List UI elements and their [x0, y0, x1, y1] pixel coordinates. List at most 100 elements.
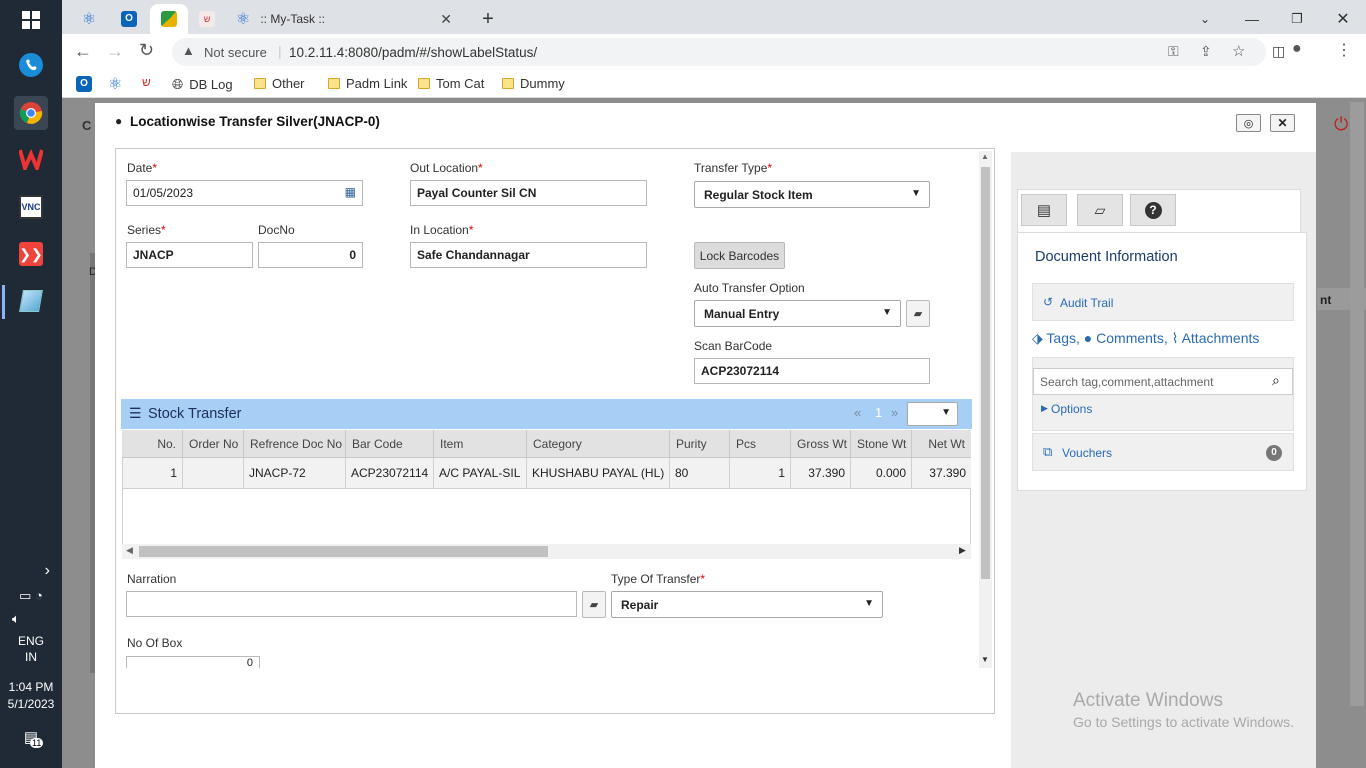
bookmark-padm-link[interactable]: Padm Link [328, 76, 407, 91]
form-vertical-scrollbar[interactable]: ▲ ▼ [979, 151, 992, 668]
react-bookmark-icon[interactable]: ⚛ [108, 74, 122, 94]
profile-avatar-icon[interactable]: ● [1292, 40, 1302, 58]
reload-icon[interactable]: ↻ [139, 40, 154, 61]
search-box[interactable]: Search tag,comment,attachment ⌕ [1033, 368, 1293, 395]
scroll-right-icon[interactable]: ▶ [959, 545, 966, 556]
windows-start-icon[interactable] [14, 3, 48, 37]
col-stone-wt[interactable]: Stone Wt [851, 430, 912, 458]
phone-app-icon[interactable] [14, 48, 48, 82]
tags-link[interactable]: Tags, [1046, 330, 1079, 346]
page-scrollbar[interactable] [1350, 102, 1364, 706]
network-battery-icon[interactable]: ▭ ◔ [0, 588, 62, 604]
page-size-select[interactable]: ▼ [907, 402, 958, 426]
pager-prev[interactable]: « [854, 405, 861, 420]
scroll-up-icon[interactable]: ▲ [981, 152, 989, 161]
pinned-tab-react[interactable]: ⚛ [72, 4, 106, 34]
col-ref-doc-no[interactable]: Refrence Doc No [244, 430, 346, 458]
address-bar[interactable]: ▲ Not secure | 10.2.11.4:8080/padm/#/sho… [172, 38, 1266, 66]
chrome-taskbar-icon[interactable] [14, 96, 48, 130]
comments-link[interactable]: Comments, [1096, 330, 1168, 346]
pinned-tab-active[interactable] [150, 4, 188, 34]
new-tab-button[interactable]: + [474, 4, 502, 34]
pager-next[interactable]: » [891, 405, 898, 420]
transfer-type-select[interactable]: Regular Stock Item ▼ [694, 181, 930, 208]
attachments-link[interactable]: Attachments [1182, 330, 1260, 346]
pinned-tab-outlook[interactable]: O [112, 4, 146, 34]
share-icon[interactable]: ⇪ [1200, 43, 1212, 60]
scroll-left-icon[interactable]: ◀ [126, 545, 133, 556]
options-link[interactable]: Options [1051, 402, 1092, 416]
docno-field[interactable]: 0 [258, 242, 363, 268]
bookmark-dummy[interactable]: Dummy [502, 76, 565, 91]
bookmark-other[interactable]: Other [254, 76, 305, 91]
narration-field[interactable] [126, 591, 577, 617]
search-icon[interactable]: ⌕ [1272, 372, 1280, 389]
vouchers-link[interactable]: Vouchers [1062, 446, 1112, 460]
tab-document-info[interactable]: ▤ [1021, 194, 1067, 226]
input-language[interactable]: ENG IN [0, 634, 62, 664]
side-panel-icon[interactable]: ◫ [1272, 43, 1285, 60]
col-item[interactable]: Item [434, 430, 527, 458]
auto-transfer-select[interactable]: Manual Entry ▼ [694, 300, 901, 327]
audit-trail-item[interactable]: ↺ Audit Trail [1032, 283, 1294, 321]
back-icon[interactable]: ← [74, 41, 92, 62]
col-category[interactable]: Category [527, 430, 670, 458]
tab-search-icon[interactable]: ⌄ [1190, 4, 1220, 34]
col-order-no[interactable]: Order No [183, 430, 244, 458]
scrollbar-thumb[interactable] [139, 546, 548, 557]
padm-bookmark-icon[interactable]: ש [142, 75, 151, 89]
search-input[interactable]: Search tag,comment,attachment [1040, 375, 1213, 389]
col-bar-code[interactable]: Bar Code [346, 430, 434, 458]
power-icon[interactable]: ⏻ [1334, 114, 1348, 135]
toggle-visibility-button[interactable]: ◎ [1236, 114, 1261, 132]
wps-office-icon[interactable] [14, 142, 48, 176]
forward-icon[interactable]: → [106, 41, 124, 62]
series-field[interactable]: JNACP [126, 242, 253, 268]
pinned-tab-app[interactable]: ש [190, 4, 224, 34]
audit-trail-link[interactable]: Audit Trail [1060, 296, 1113, 310]
scroll-down-icon[interactable]: ▼ [981, 655, 989, 664]
no-of-box-field[interactable]: 0 [126, 656, 260, 668]
anydesk-icon[interactable]: ❯❯ [14, 237, 48, 271]
vnc-viewer-icon[interactable]: VNC [14, 190, 48, 224]
col-pcs[interactable]: Pcs [730, 430, 791, 458]
clock[interactable]: 1:04 PM 5/1/2023 [0, 680, 62, 711]
auto-transfer-folder-button[interactable]: ▰ [906, 300, 930, 327]
key-icon[interactable]: ⚿ [1168, 43, 1179, 60]
scrollbar-thumb[interactable] [981, 167, 990, 579]
narration-folder-button[interactable]: ▰ [582, 591, 606, 618]
bookmark-tom-cat[interactable]: Tom Cat [418, 76, 484, 91]
scan-barcode-field[interactable]: ACP23072114 [694, 358, 930, 384]
tab-book[interactable]: ▱ [1077, 194, 1123, 226]
bookmark-db-log[interactable]: 🌐︎ DB Log [172, 76, 233, 93]
outlook-bookmark-icon[interactable]: O [76, 76, 92, 92]
date-field[interactable]: 01/05/2023 ▦ [126, 180, 363, 206]
dialog-close-button[interactable]: ✕ [1270, 114, 1295, 132]
col-no[interactable]: No. [122, 430, 183, 458]
notebook-app-icon[interactable] [14, 284, 48, 318]
volume-icon[interactable]: 🔈︎ [0, 611, 62, 627]
bookmark-star-icon[interactable]: ☆ [1232, 42, 1245, 60]
show-hidden-icons-icon[interactable]: › [0, 562, 62, 580]
url-text[interactable]: 10.2.11.4:8080/padm/#/showLabelStatus/ [289, 45, 537, 60]
minimize-button[interactable]: — [1237, 4, 1267, 34]
in-location-field[interactable]: Safe Chandannagar [410, 242, 647, 268]
pager-page[interactable]: 1 [875, 405, 882, 420]
close-tab-icon[interactable]: ✕ [440, 11, 452, 28]
close-window-button[interactable]: ✕ [1328, 4, 1358, 34]
type-of-transfer-select[interactable]: Repair ▼ [611, 591, 883, 618]
table-row[interactable]: 1 JNACP-72 ACP23072114 A/C PAYAL-SIL KHU… [122, 458, 971, 489]
grid-horizontal-scrollbar[interactable]: ◀ ▶ [122, 544, 971, 559]
col-purity[interactable]: Purity [670, 430, 730, 458]
lock-barcodes-button[interactable]: Lock Barcodes [694, 242, 785, 269]
col-gross-wt[interactable]: Gross Wt [791, 430, 851, 458]
col-net-wt[interactable]: Net Wt [912, 430, 971, 458]
tab-help[interactable]: ? [1130, 194, 1176, 226]
calendar-icon[interactable]: ▦ [345, 185, 356, 199]
menu-icon[interactable]: ⋮ [1336, 40, 1352, 60]
out-location-field[interactable]: Payal Counter Sil CN [410, 180, 647, 206]
vouchers-item[interactable]: ⧉ Vouchers 0 [1032, 433, 1294, 471]
tab-my-task[interactable]: ⚛ :: My-Task :: ✕ [228, 4, 460, 34]
security-label[interactable]: Not secure [204, 45, 267, 60]
restore-button[interactable]: ❐ [1282, 4, 1312, 34]
